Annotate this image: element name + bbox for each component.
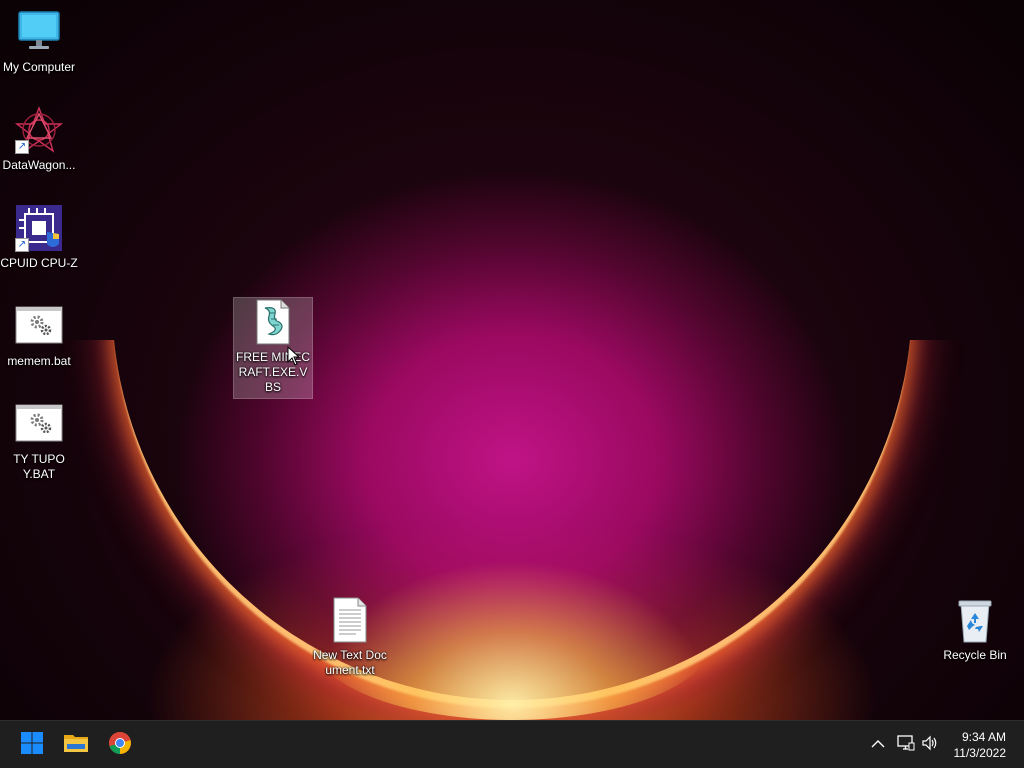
desktop-icon-recycle-bin[interactable]: Recycle Bin [936,596,1014,663]
volume-button[interactable] [918,721,942,769]
desktop-icon-cpuz[interactable]: ↗ CPUID CPU-Z [0,204,78,271]
recycle-bin-icon [951,596,999,644]
computer-icon [15,8,63,56]
desktop-icon-label: FREE MINECRAFT.EXE.VBS [235,350,310,394]
wallpaper-ring [112,340,912,700]
desktop[interactable]: My Computer ↗ DataWagon... ↗ CPUID CPU-Z… [0,0,1024,720]
chrome-icon [108,731,132,760]
start-button[interactable] [12,725,52,765]
shortcut-arrow-icon: ↗ [15,140,29,154]
windows-start-icon [20,731,44,760]
batch-file-icon [15,400,63,448]
desktop-icon-free-minecraft-vbs[interactable]: FREE MINECRAFT.EXE.VBS [233,297,313,399]
desktop-icon-label: DataWagon... [2,158,76,172]
show-hidden-icons-button[interactable] [866,721,890,769]
desktop-icon-new-text-document[interactable]: New Text Document.txt [311,596,389,678]
taskbar: 9:34 AM 11/3/2022 [0,720,1024,768]
network-button[interactable] [894,721,918,769]
cpuz-icon: ↗ [15,204,63,252]
chevron-up-icon [871,736,885,754]
network-icon [897,734,915,756]
clock-button[interactable]: 9:34 AM 11/3/2022 [954,729,1007,761]
desktop-icon-my-computer[interactable]: My Computer [0,8,78,75]
desktop-icon-label: memem.bat [7,354,71,368]
shortcut-arrow-icon: ↗ [15,238,29,252]
desktop-icon-ty-tupoy-bat[interactable]: TY TUPOY.BAT [0,400,78,482]
file-explorer-button[interactable] [56,725,96,765]
folder-icon [63,731,89,760]
clock-date: 11/3/2022 [953,746,1007,760]
desktop-icon-label: Recycle Bin [943,648,1007,662]
text-file-icon [326,596,374,644]
desktop-icon-label: TY TUPOY.BAT [13,452,65,481]
chrome-button[interactable] [100,725,140,765]
desktop-icon-memem-bat[interactable]: memem.bat [0,302,78,369]
desktop-icon-label: New Text Document.txt [313,648,387,677]
vbs-script-icon [249,298,297,346]
desktop-icon-label: My Computer [2,60,76,74]
desktop-icon-datawagon[interactable]: ↗ DataWagon... [0,106,78,173]
desktop-icon-label: CPUID CPU-Z [0,256,78,270]
datawagon-icon: ↗ [14,106,64,154]
batch-file-icon [15,302,63,350]
clock-time: 9:34 AM [961,730,1006,744]
speaker-icon [921,735,939,756]
